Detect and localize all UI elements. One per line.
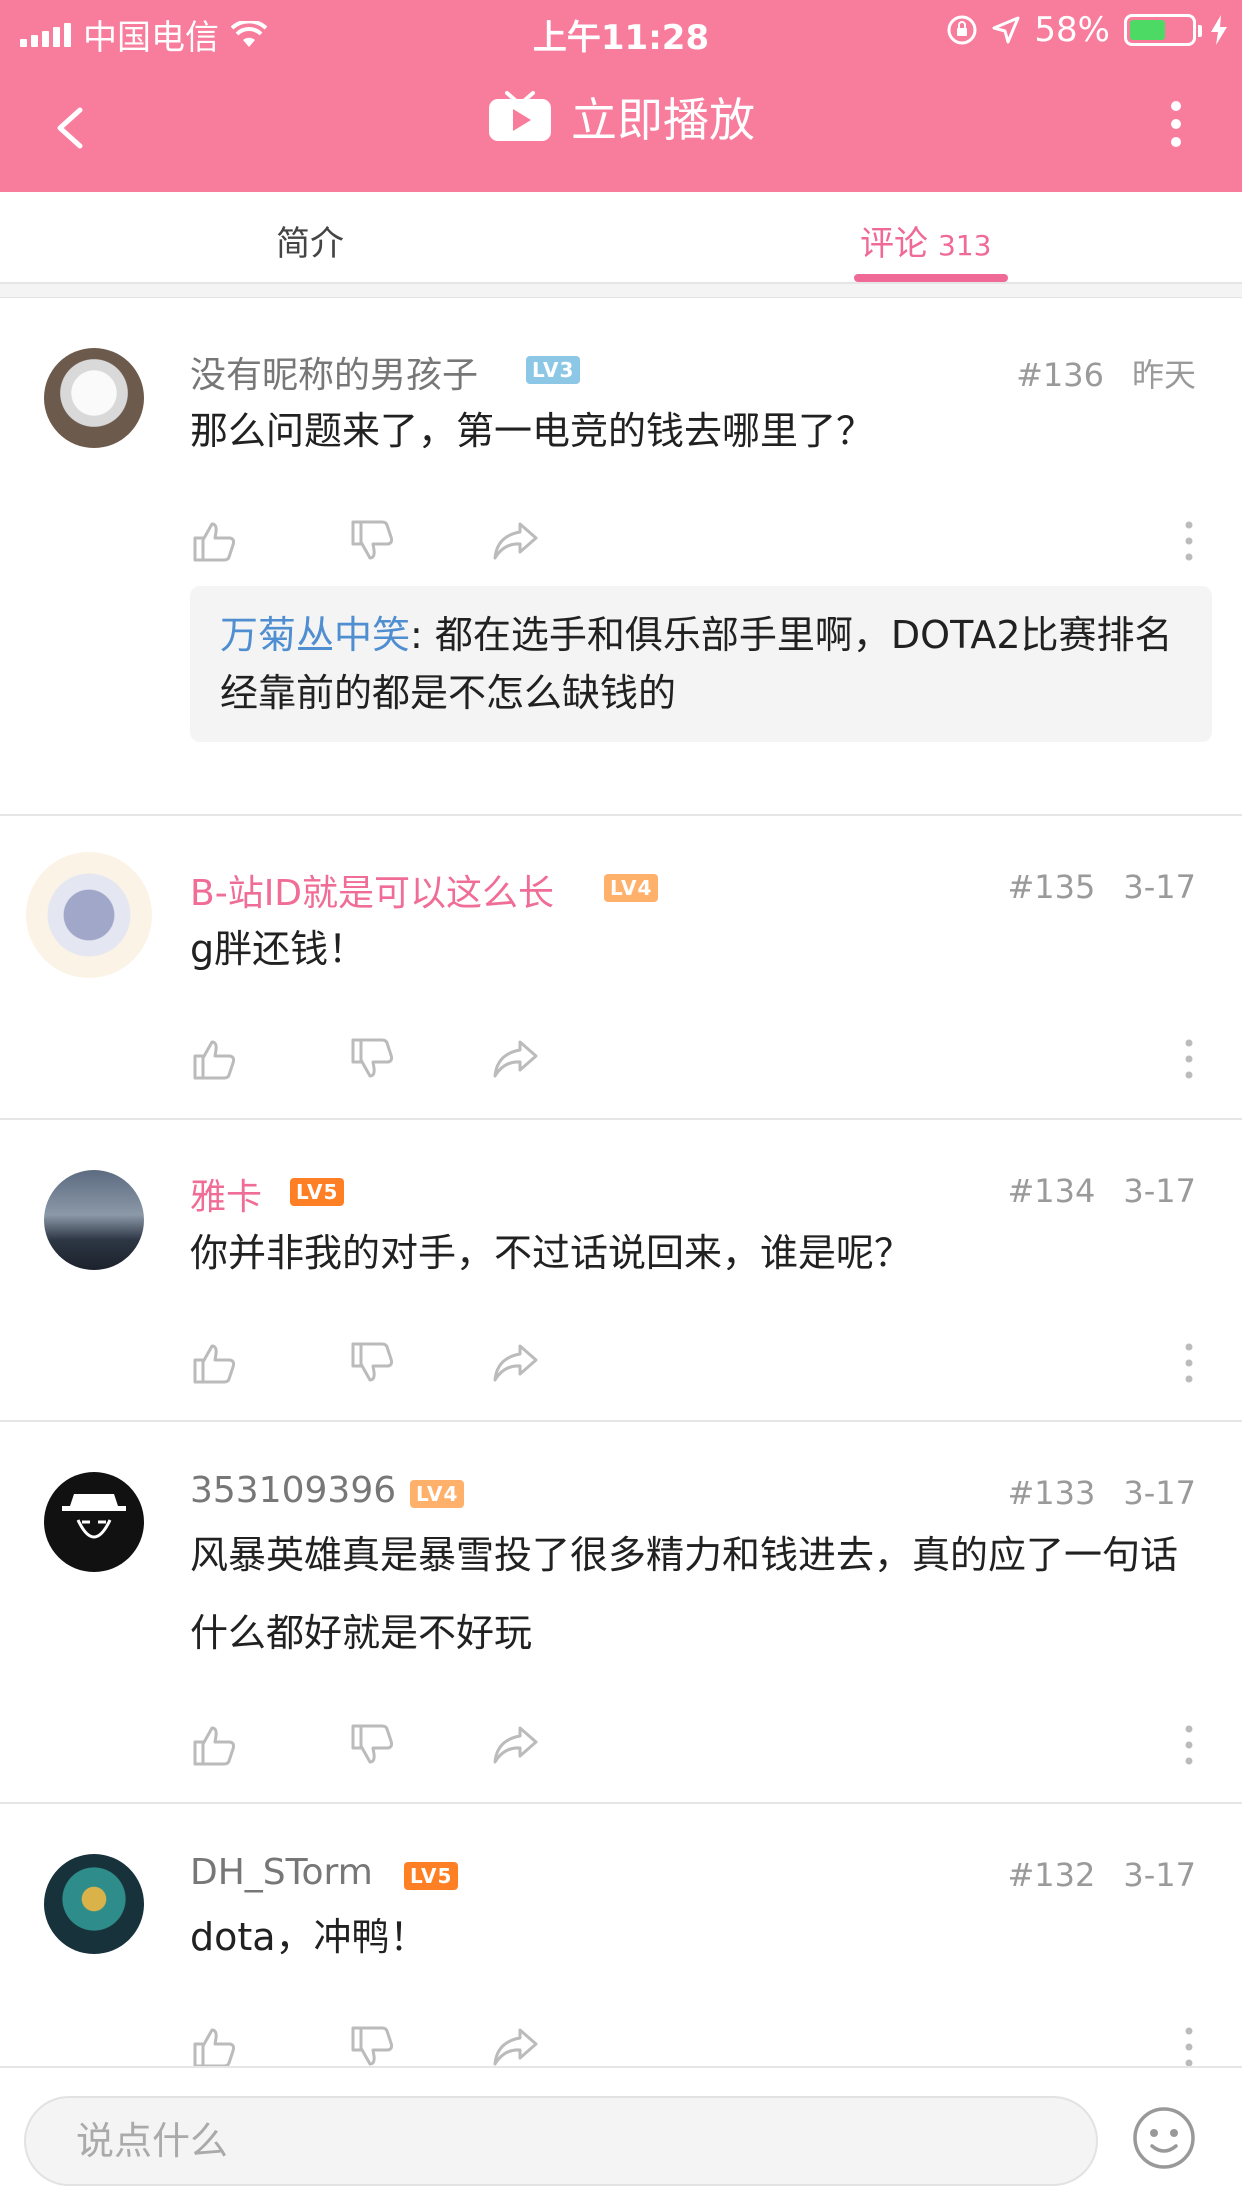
comment-item: 353109396 LV4 #133 3-17 风暴英雄真是暴雪投了很多精力和钱进… <box>0 1422 1242 1804</box>
comment-floor: #135 <box>1007 868 1096 906</box>
comment-time: 昨天 <box>1131 356 1196 394</box>
like-icon[interactable] <box>190 2022 240 2066</box>
level-badge: LV5 <box>404 1862 459 1890</box>
reply-box[interactable]: 万菊丛中笑: 都在选手和俱乐部手里啊，DOTA2比赛排名经靠前的都是不怎么缺钱的 <box>190 586 1212 742</box>
tab-comments-label: 评论 <box>860 224 928 264</box>
comment-item: B-站ID就是可以这么长 LV4 #135 3-17 g胖还钱！ <box>0 816 1242 1120</box>
share-icon[interactable] <box>490 1338 540 1388</box>
share-icon[interactable] <box>490 1034 540 1084</box>
like-icon[interactable] <box>190 516 240 566</box>
comment-item: 没有昵称的男孩子 LV3 #136 昨天 那么问题来了，第一电竞的钱去哪里了？ 万… <box>0 298 1242 816</box>
comment-time: 3-17 <box>1123 868 1196 906</box>
tab-comments[interactable]: 评论 313 <box>860 216 991 265</box>
comment-text: 那么问题来了，第一电竞的钱去哪里了？ <box>190 409 875 453</box>
comment-time: 3-17 <box>1123 1474 1196 1512</box>
more-options-icon[interactable] <box>1150 82 1202 166</box>
level-badge: LV4 <box>604 874 659 902</box>
avatar[interactable] <box>44 1472 144 1572</box>
comment-meta: #134 3-17 <box>1007 1172 1196 1210</box>
comment-menu-icon[interactable] <box>1174 1034 1204 1084</box>
comment-meta: #135 3-17 <box>1007 868 1196 906</box>
page-title-text: 立即播放 <box>571 93 755 147</box>
comment-menu-icon[interactable] <box>1174 1720 1204 1770</box>
comment-meta: #136 昨天 <box>1016 350 1196 396</box>
comment-menu-icon[interactable] <box>1174 1338 1204 1388</box>
charging-icon <box>1211 15 1227 45</box>
comment-meta: #132 3-17 <box>1007 1856 1196 1894</box>
battery-icon <box>1124 14 1202 46</box>
comment-text: dota，冲鸭！ <box>190 1915 428 1959</box>
comment-input[interactable]: 说点什么 <box>24 2096 1098 2186</box>
rotation-lock-icon <box>947 15 977 45</box>
comment-text: g胖还钱！ <box>190 927 367 971</box>
avatar[interactable] <box>44 1854 144 1954</box>
page-title: 立即播放 <box>0 84 1242 150</box>
comment-menu-icon[interactable] <box>1174 2022 1204 2066</box>
level-badge: LV5 <box>290 1178 345 1206</box>
comment-time: 3-17 <box>1123 1856 1196 1894</box>
app-header: 中国电信 上午11:28 58% 立即播放 <box>0 0 1242 192</box>
share-icon[interactable] <box>490 2022 540 2066</box>
nav-bar: 立即播放 <box>0 64 1242 192</box>
tv-play-icon <box>489 91 551 141</box>
hat-figure-icon <box>62 1494 126 1539</box>
avatar[interactable] <box>26 852 152 978</box>
share-icon[interactable] <box>490 1720 540 1770</box>
dislike-icon[interactable] <box>348 516 398 566</box>
comment-username[interactable]: B-站ID就是可以这么长 <box>190 864 554 916</box>
comment-item: DH_STorm LV5 #132 3-17 dota，冲鸭！ <box>0 1804 1242 2066</box>
avatar[interactable] <box>44 1170 144 1270</box>
comment-actions <box>190 2022 1200 2066</box>
dislike-icon[interactable] <box>348 2022 398 2066</box>
tab-intro[interactable]: 简介 <box>276 216 344 265</box>
comment-floor: #134 <box>1007 1172 1096 1210</box>
comment-actions <box>190 1338 1200 1388</box>
like-icon[interactable] <box>190 1338 240 1388</box>
divider <box>0 284 1242 298</box>
comment-username[interactable]: DH_STorm <box>190 1852 373 1893</box>
comment-floor: #132 <box>1007 1856 1096 1894</box>
battery-percent: 58% <box>1034 10 1110 50</box>
comment-composer: 说点什么 <box>0 2066 1242 2208</box>
comment-text: 风暴英雄真是暴雪投了很多精力和钱进去，真的应了一句话什么都好就是不好玩 <box>190 1533 1179 1655</box>
comments-count: 313 <box>938 229 992 262</box>
like-icon[interactable] <box>190 1720 240 1770</box>
comment-time: 3-17 <box>1123 1172 1196 1210</box>
tab-active-indicator <box>854 274 1008 282</box>
comment-actions <box>190 1720 1200 1770</box>
level-badge: LV4 <box>410 1480 465 1508</box>
share-icon[interactable] <box>490 516 540 566</box>
dislike-icon[interactable] <box>348 1338 398 1388</box>
level-badge: LV3 <box>526 356 581 384</box>
comment-username[interactable]: 353109396 <box>190 1470 396 1511</box>
comment-meta: #133 3-17 <box>1007 1474 1196 1512</box>
comment-list[interactable]: 没有昵称的男孩子 LV3 #136 昨天 那么问题来了，第一电竞的钱去哪里了？ 万… <box>0 298 1242 2066</box>
comment-menu-icon[interactable] <box>1174 516 1204 566</box>
dislike-icon[interactable] <box>348 1720 398 1770</box>
comment-floor: #133 <box>1007 1474 1096 1512</box>
comment-floor: #136 <box>1016 356 1104 394</box>
avatar[interactable] <box>44 348 144 448</box>
comment-text: 你并非我的对手，不过话说回来，谁是呢？ <box>190 1231 913 1275</box>
dislike-icon[interactable] <box>348 1034 398 1084</box>
status-bar: 中国电信 上午11:28 58% <box>0 0 1242 64</box>
comment-item: 雅卡 LV5 #134 3-17 你并非我的对手，不过话说回来，谁是呢？ <box>0 1120 1242 1422</box>
comment-username[interactable]: 雅卡 <box>190 1168 262 1220</box>
like-icon[interactable] <box>190 1034 240 1084</box>
reply-username[interactable]: 万菊丛中笑 <box>220 613 410 657</box>
emoji-icon[interactable] <box>1132 2106 1196 2170</box>
location-icon <box>992 16 1020 44</box>
comment-actions <box>190 516 1200 566</box>
comment-username[interactable]: 没有昵称的男孩子 <box>190 346 478 398</box>
comment-actions <box>190 1034 1200 1084</box>
tab-bar: 简介 评论 313 <box>0 192 1242 284</box>
